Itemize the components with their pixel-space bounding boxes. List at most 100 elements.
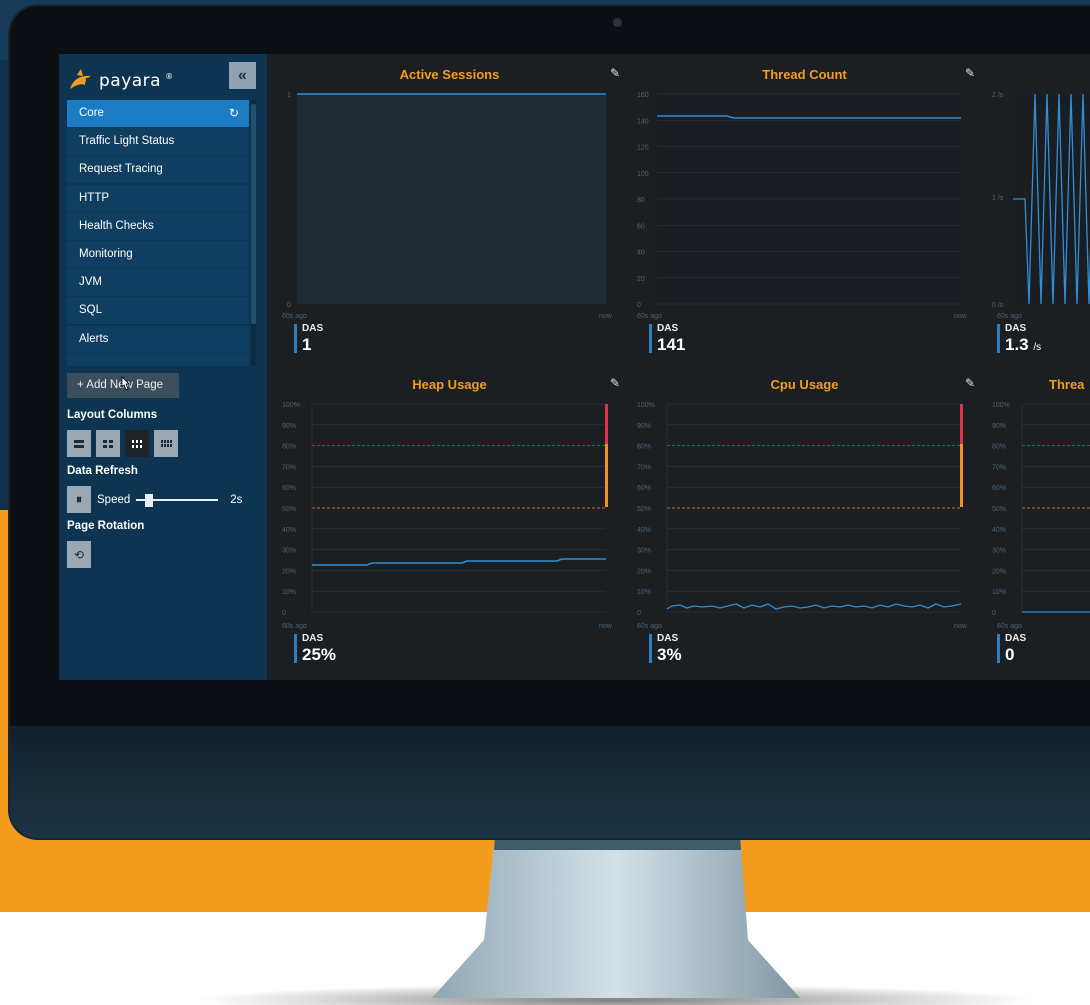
- x-start-label: 60s ago: [637, 313, 662, 320]
- mouse-cursor-icon: [121, 376, 130, 391]
- y-tick-label: 60%: [282, 485, 296, 492]
- nav-item-traffic-light-status[interactable]: Traffic Light Status: [67, 128, 249, 156]
- nav-item-sql[interactable]: SQL: [67, 297, 249, 325]
- request-rate-chart: 0 /s 1 /s 2 /s 60s ago: [992, 92, 1090, 320]
- nav-item-label: Traffic Light Status: [79, 135, 175, 148]
- reload-icon[interactable]: ↻: [229, 100, 239, 127]
- stat-number: 1: [302, 335, 312, 354]
- nav-item-label: JVM: [79, 276, 102, 289]
- logo-text: payara: [99, 71, 162, 91]
- y-tick-label: 0: [637, 302, 641, 309]
- rotate-icon: ⟲: [73, 547, 85, 562]
- y-tick-label: 70%: [282, 464, 296, 471]
- stat-number: 141: [657, 335, 686, 354]
- heap-usage-chart: 0 10% 20% 30% 40% 50% 60% 70% 80% 90% 100% 60s ago…: [282, 402, 613, 630]
- speed-slider[interactable]: [136, 493, 219, 507]
- y-tick-label: 20%: [282, 568, 296, 575]
- y-tick-label: 50%: [992, 506, 1006, 513]
- stat-box: DAS 1.3 /s: [997, 324, 1041, 353]
- series-line: [312, 558, 606, 566]
- three-column-button[interactable]: [125, 430, 149, 457]
- y-tick-label: 1 /s: [992, 195, 1004, 202]
- nav-item-partial[interactable]: [67, 353, 249, 366]
- y-tick-label: 60%: [992, 485, 1006, 492]
- pause-button[interactable]: ⏸: [67, 486, 91, 513]
- nav-item-label: HTTP: [79, 191, 110, 204]
- stat-value: 25%: [302, 646, 336, 663]
- y-tick-label: 2 /s: [992, 92, 1004, 99]
- y-tick-label: 30%: [992, 548, 1006, 555]
- y-tick-label: 80%: [637, 444, 651, 451]
- stat-box: DAS 25%: [294, 634, 336, 663]
- one-column-button[interactable]: [67, 430, 91, 457]
- stat-box: DAS 0: [997, 634, 1026, 663]
- y-tick-label: 40%: [992, 527, 1006, 534]
- stat-value: 3%: [657, 646, 682, 663]
- fish-logo-icon: [70, 69, 91, 89]
- stat-source: DAS: [657, 633, 679, 644]
- x-end-label: now: [954, 313, 968, 320]
- y-tick-label: 100%: [992, 402, 1010, 409]
- series-line: [666, 603, 962, 610]
- speed-value: 2s: [230, 493, 243, 506]
- x-start-label: 60s ago: [282, 623, 307, 630]
- alarm-bar: [960, 404, 963, 444]
- speed-slider-knob[interactable]: [144, 493, 153, 507]
- nav-item-core[interactable]: Core ↻: [67, 100, 249, 127]
- threads-chart: 0 10% 20% 30% 40% 50% 60% 70% 80% 90% 100% 60s ago: [992, 402, 1090, 630]
- plot-area: [297, 94, 606, 304]
- y-tick-label: 40: [637, 250, 645, 257]
- y-tick-label: 70%: [637, 464, 651, 471]
- stat-source: DAS: [1005, 323, 1027, 334]
- x-start-label: 60s ago: [637, 623, 662, 630]
- y-tick-label: 40%: [637, 527, 651, 534]
- four-column-button[interactable]: [154, 430, 178, 457]
- thread-count-chart: 0 20 40 60 80 100 120 140 160 60s ago now: [637, 92, 968, 320]
- stat-value: 0: [1005, 646, 1026, 663]
- layout-columns-group: [67, 430, 178, 457]
- panel-thread-count: Thread Count ✎ 0 20 40 60 80 100 120 140 160 60s…: [632, 54, 977, 359]
- x-end-label: now: [599, 623, 613, 630]
- y-tick-label: 0: [287, 302, 291, 309]
- y-tick-label: 0 /s: [992, 302, 1004, 309]
- nav-item-alerts[interactable]: Alerts: [67, 325, 249, 353]
- y-tick-label: 80: [637, 197, 645, 204]
- speed-label: Speed: [97, 493, 131, 506]
- nav-item-http[interactable]: HTTP: [67, 184, 249, 212]
- camera-icon: [613, 18, 622, 27]
- stat-value: 141: [657, 336, 685, 353]
- y-tick-label: 100: [637, 171, 649, 178]
- nav-scrollbar-thumb[interactable]: [251, 104, 256, 324]
- y-tick-label: 10%: [282, 589, 296, 596]
- four-column-icon: [160, 440, 172, 447]
- y-tick-label: 160: [637, 92, 649, 99]
- panel-request-rate: 0 /s 1 /s 2 /s 60s ago DAS 1.3 /s: [987, 54, 1090, 359]
- nav-item-health-checks[interactable]: Health Checks: [67, 212, 249, 240]
- one-column-icon: [74, 439, 84, 448]
- y-tick-label: 10%: [637, 589, 651, 596]
- y-tick-label: 10%: [992, 589, 1006, 596]
- y-tick-label: 90%: [282, 423, 296, 430]
- nav-item-label: Core: [79, 107, 104, 119]
- nav-item-jvm[interactable]: JVM: [67, 269, 249, 297]
- stat-box: DAS 141: [649, 324, 685, 353]
- collapse-sidebar-button[interactable]: «: [229, 62, 256, 89]
- stat-source: DAS: [1005, 633, 1027, 644]
- nav-item-label: Alerts: [79, 332, 109, 345]
- nav-item-request-tracing[interactable]: Request Tracing: [67, 156, 249, 184]
- y-tick-label: 1: [287, 92, 291, 99]
- nav-item-monitoring[interactable]: Monitoring: [67, 240, 249, 268]
- logo-trademark: ®: [165, 71, 174, 81]
- two-column-icon: [103, 439, 113, 448]
- x-end-label: now: [954, 623, 968, 630]
- nav-scrollbar[interactable]: [251, 100, 256, 366]
- data-refresh-row: ⏸ Speed 2s: [67, 486, 242, 513]
- y-tick-label: 140: [637, 118, 649, 125]
- page-rotation-button[interactable]: ⟲: [67, 541, 91, 568]
- x-start-label: 60s ago: [997, 623, 1022, 630]
- two-column-button[interactable]: [96, 430, 120, 457]
- warning-bar: [960, 444, 963, 507]
- nav-item-label: Health Checks: [79, 219, 154, 232]
- y-tick-label: 90%: [992, 423, 1006, 430]
- warning-bar: [605, 444, 608, 507]
